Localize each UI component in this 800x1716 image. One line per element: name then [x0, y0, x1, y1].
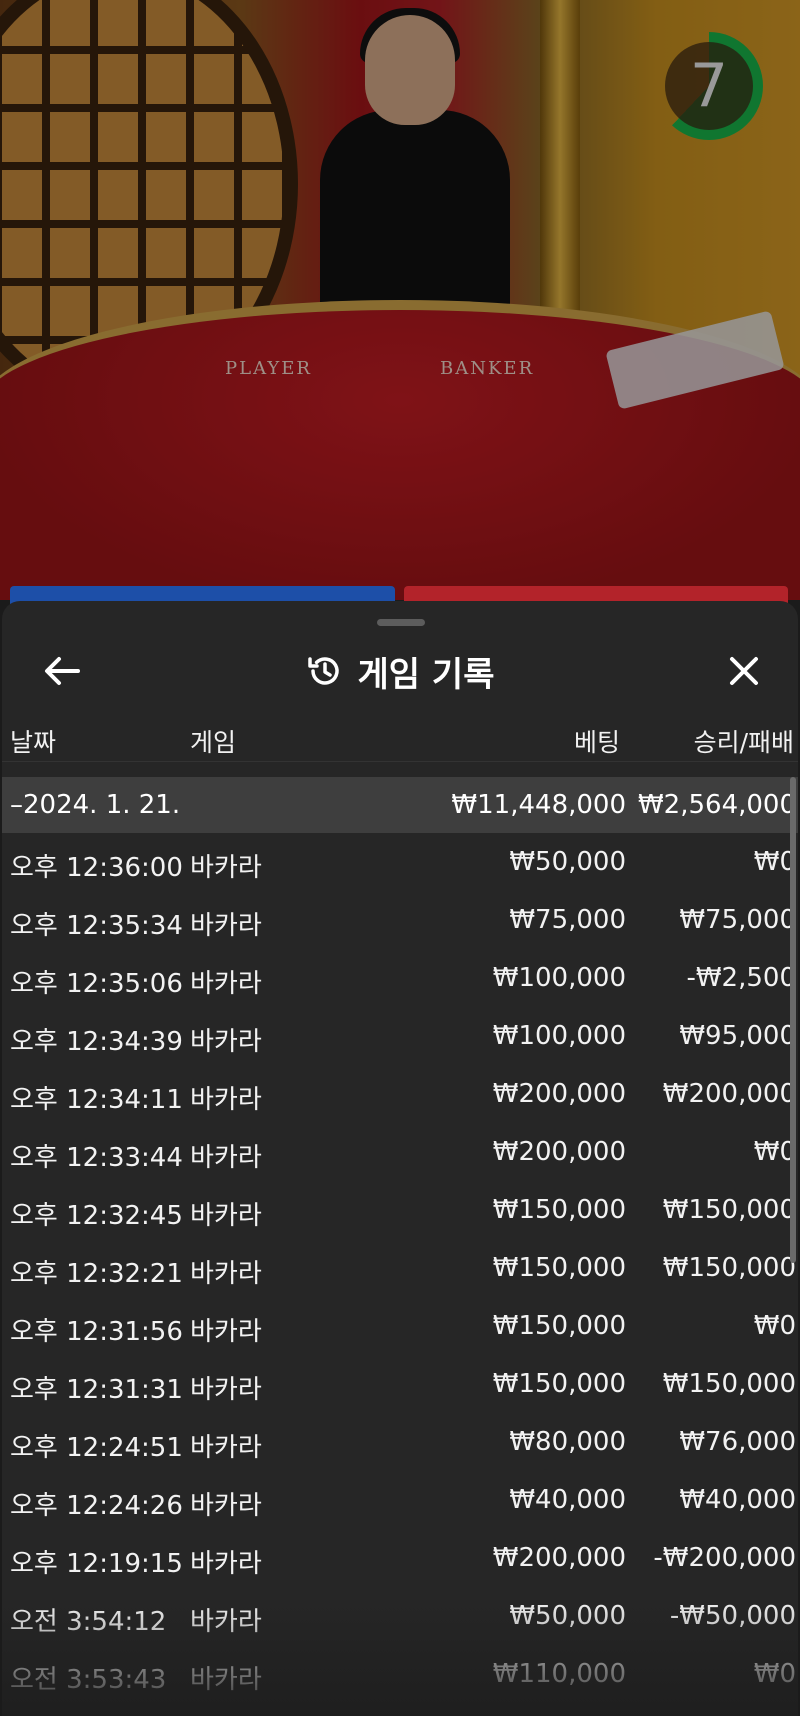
row-bet: ₩150,000 — [492, 1253, 626, 1283]
row-bet: ₩100,000 — [492, 1021, 626, 1051]
group-result-total: ₩2,564,000 — [637, 790, 796, 820]
row-result: -₩200,000 — [653, 1543, 796, 1573]
row-result: ₩40,000 — [679, 1485, 796, 1515]
row-result: -₩2,500 — [686, 963, 796, 993]
close-icon — [730, 657, 758, 685]
game-history-sheet: 게임 기록 날짜 게임 베팅 승리/패배 –2024. 1. 21. ₩11,4… — [2, 601, 798, 1716]
table-row[interactable]: 오후 12:31:31 바카라 ₩150,000 ₩150,000 — [2, 1355, 798, 1413]
row-game: 바카라 — [190, 911, 262, 941]
row-result: ₩76,000 — [679, 1427, 796, 1457]
history-list[interactable]: –2024. 1. 21. ₩11,448,000 ₩2,564,000 오후 … — [2, 777, 798, 1703]
table-row[interactable]: 오후 12:35:34 바카라 ₩75,000 ₩75,000 — [2, 891, 798, 949]
row-bet: ₩150,000 — [492, 1369, 626, 1399]
row-time: 오후 12:33:44 — [10, 1143, 183, 1173]
row-time: 오후 12:32:45 — [10, 1201, 183, 1231]
column-header-bet: 베팅 — [573, 728, 620, 757]
row-bet: ₩80,000 — [509, 1427, 626, 1457]
row-game: 바카라 — [190, 1665, 262, 1695]
column-header-date: 날짜 — [10, 728, 57, 757]
table-row[interactable]: 오후 12:34:39 바카라 ₩100,000 ₩95,000 — [2, 1007, 798, 1065]
sheet-title: 게임 기록 — [357, 654, 495, 695]
table-row[interactable]: 오후 12:35:06 바카라 ₩100,000 -₩2,500 — [2, 949, 798, 1007]
table-row[interactable]: 오후 12:33:44 바카라 ₩200,000 ₩0 — [2, 1123, 798, 1181]
date-group-row[interactable]: –2024. 1. 21. ₩11,448,000 ₩2,564,000 — [2, 777, 798, 833]
row-game: 바카라 — [190, 1027, 262, 1057]
row-bet: ₩100,000 — [492, 963, 626, 993]
table-row[interactable]: 오후 12:36:00 바카라 ₩50,000 ₩0 — [2, 833, 798, 891]
row-time: 오후 12:34:39 — [10, 1027, 183, 1057]
row-game: 바카라 — [190, 1317, 262, 1347]
scrollbar[interactable] — [790, 777, 796, 1263]
row-time: 오후 12:24:51 — [10, 1433, 183, 1463]
row-result: ₩0 — [753, 1659, 796, 1689]
row-result: ₩95,000 — [679, 1021, 796, 1051]
row-result: -₩50,000 — [669, 1601, 796, 1631]
row-time: 오후 12:31:56 — [10, 1317, 183, 1347]
table-row[interactable]: 오후 12:34:11 바카라 ₩200,000 ₩200,000 — [2, 1065, 798, 1123]
row-result: ₩200,000 — [662, 1079, 796, 1109]
table-row[interactable]: 오후 12:31:56 바카라 ₩150,000 ₩0 — [2, 1297, 798, 1355]
table-row[interactable]: 오전 3:54:12 바카라 ₩50,000 -₩50,000 — [2, 1587, 798, 1645]
table-row[interactable]: 오후 12:19:15 바카라 ₩200,000 -₩200,000 — [2, 1529, 798, 1587]
row-bet: ₩150,000 — [492, 1311, 626, 1341]
row-game: 바카라 — [190, 1549, 262, 1579]
row-result: ₩150,000 — [662, 1369, 796, 1399]
row-time: 오후 12:32:21 — [10, 1259, 183, 1289]
row-game: 바카라 — [190, 1375, 262, 1405]
row-bet: ₩200,000 — [492, 1137, 626, 1167]
row-bet: ₩110,000 — [492, 1659, 626, 1689]
row-time: 오후 12:19:15 — [10, 1549, 183, 1579]
group-date: –2024. 1. 21. — [10, 790, 181, 820]
back-button[interactable] — [36, 645, 88, 697]
row-time: 오후 12:34:11 — [10, 1085, 183, 1115]
table-header: 날짜 게임 베팅 승리/패배 — [2, 711, 798, 762]
table-row[interactable]: 오후 12:32:21 바카라 ₩150,000 ₩150,000 — [2, 1239, 798, 1297]
row-bet: ₩50,000 — [509, 1601, 626, 1631]
row-result: ₩0 — [753, 1311, 796, 1341]
row-game: 바카라 — [190, 1433, 262, 1463]
row-game: 바카라 — [190, 1607, 262, 1637]
row-time: 오전 3:54:12 — [10, 1607, 167, 1637]
live-video: PLAYER BANKER 7 — [0, 0, 800, 600]
table-row[interactable]: 오후 12:24:51 바카라 ₩80,000 ₩76,000 — [2, 1413, 798, 1471]
row-game: 바카라 — [190, 969, 262, 999]
row-game: 바카라 — [190, 1143, 262, 1173]
row-game: 바카라 — [190, 1085, 262, 1115]
row-game: 바카라 — [190, 1201, 262, 1231]
row-time: 오후 12:35:06 — [10, 969, 183, 999]
row-result: ₩150,000 — [662, 1253, 796, 1283]
row-result: ₩75,000 — [679, 905, 796, 935]
row-bet: ₩200,000 — [492, 1543, 626, 1573]
row-bet: ₩75,000 — [509, 905, 626, 935]
row-game: 바카라 — [190, 853, 262, 883]
group-bet-total: ₩11,448,000 — [451, 790, 626, 820]
row-time: 오후 12:35:34 — [10, 911, 183, 941]
row-time: 오후 12:24:26 — [10, 1491, 183, 1521]
row-bet: ₩150,000 — [492, 1195, 626, 1225]
row-time: 오후 12:36:00 — [10, 853, 183, 883]
row-bet: ₩40,000 — [509, 1485, 626, 1515]
column-header-game: 게임 — [190, 728, 237, 757]
column-header-result: 승리/패배 — [693, 728, 794, 757]
row-bet: ₩50,000 — [509, 847, 626, 877]
row-game: 바카라 — [190, 1491, 262, 1521]
row-time: 오전 3:53:43 — [10, 1665, 167, 1695]
video-dim-overlay — [0, 0, 800, 600]
row-time: 오후 12:31:31 — [10, 1375, 183, 1405]
row-game: 바카라 — [190, 1259, 262, 1289]
sheet-header: 게임 기록 — [2, 645, 798, 697]
history-icon — [307, 657, 339, 685]
arrow-left-icon — [45, 657, 80, 685]
row-bet: ₩200,000 — [492, 1079, 626, 1109]
table-row[interactable]: 오후 12:32:45 바카라 ₩150,000 ₩150,000 — [2, 1181, 798, 1239]
sheet-drag-handle[interactable] — [377, 619, 425, 626]
table-row[interactable]: 오후 12:24:26 바카라 ₩40,000 ₩40,000 — [2, 1471, 798, 1529]
table-row[interactable]: 오전 3:53:43 바카라 ₩110,000 ₩0 — [2, 1645, 798, 1703]
close-button[interactable] — [718, 645, 770, 697]
row-result: ₩150,000 — [662, 1195, 796, 1225]
